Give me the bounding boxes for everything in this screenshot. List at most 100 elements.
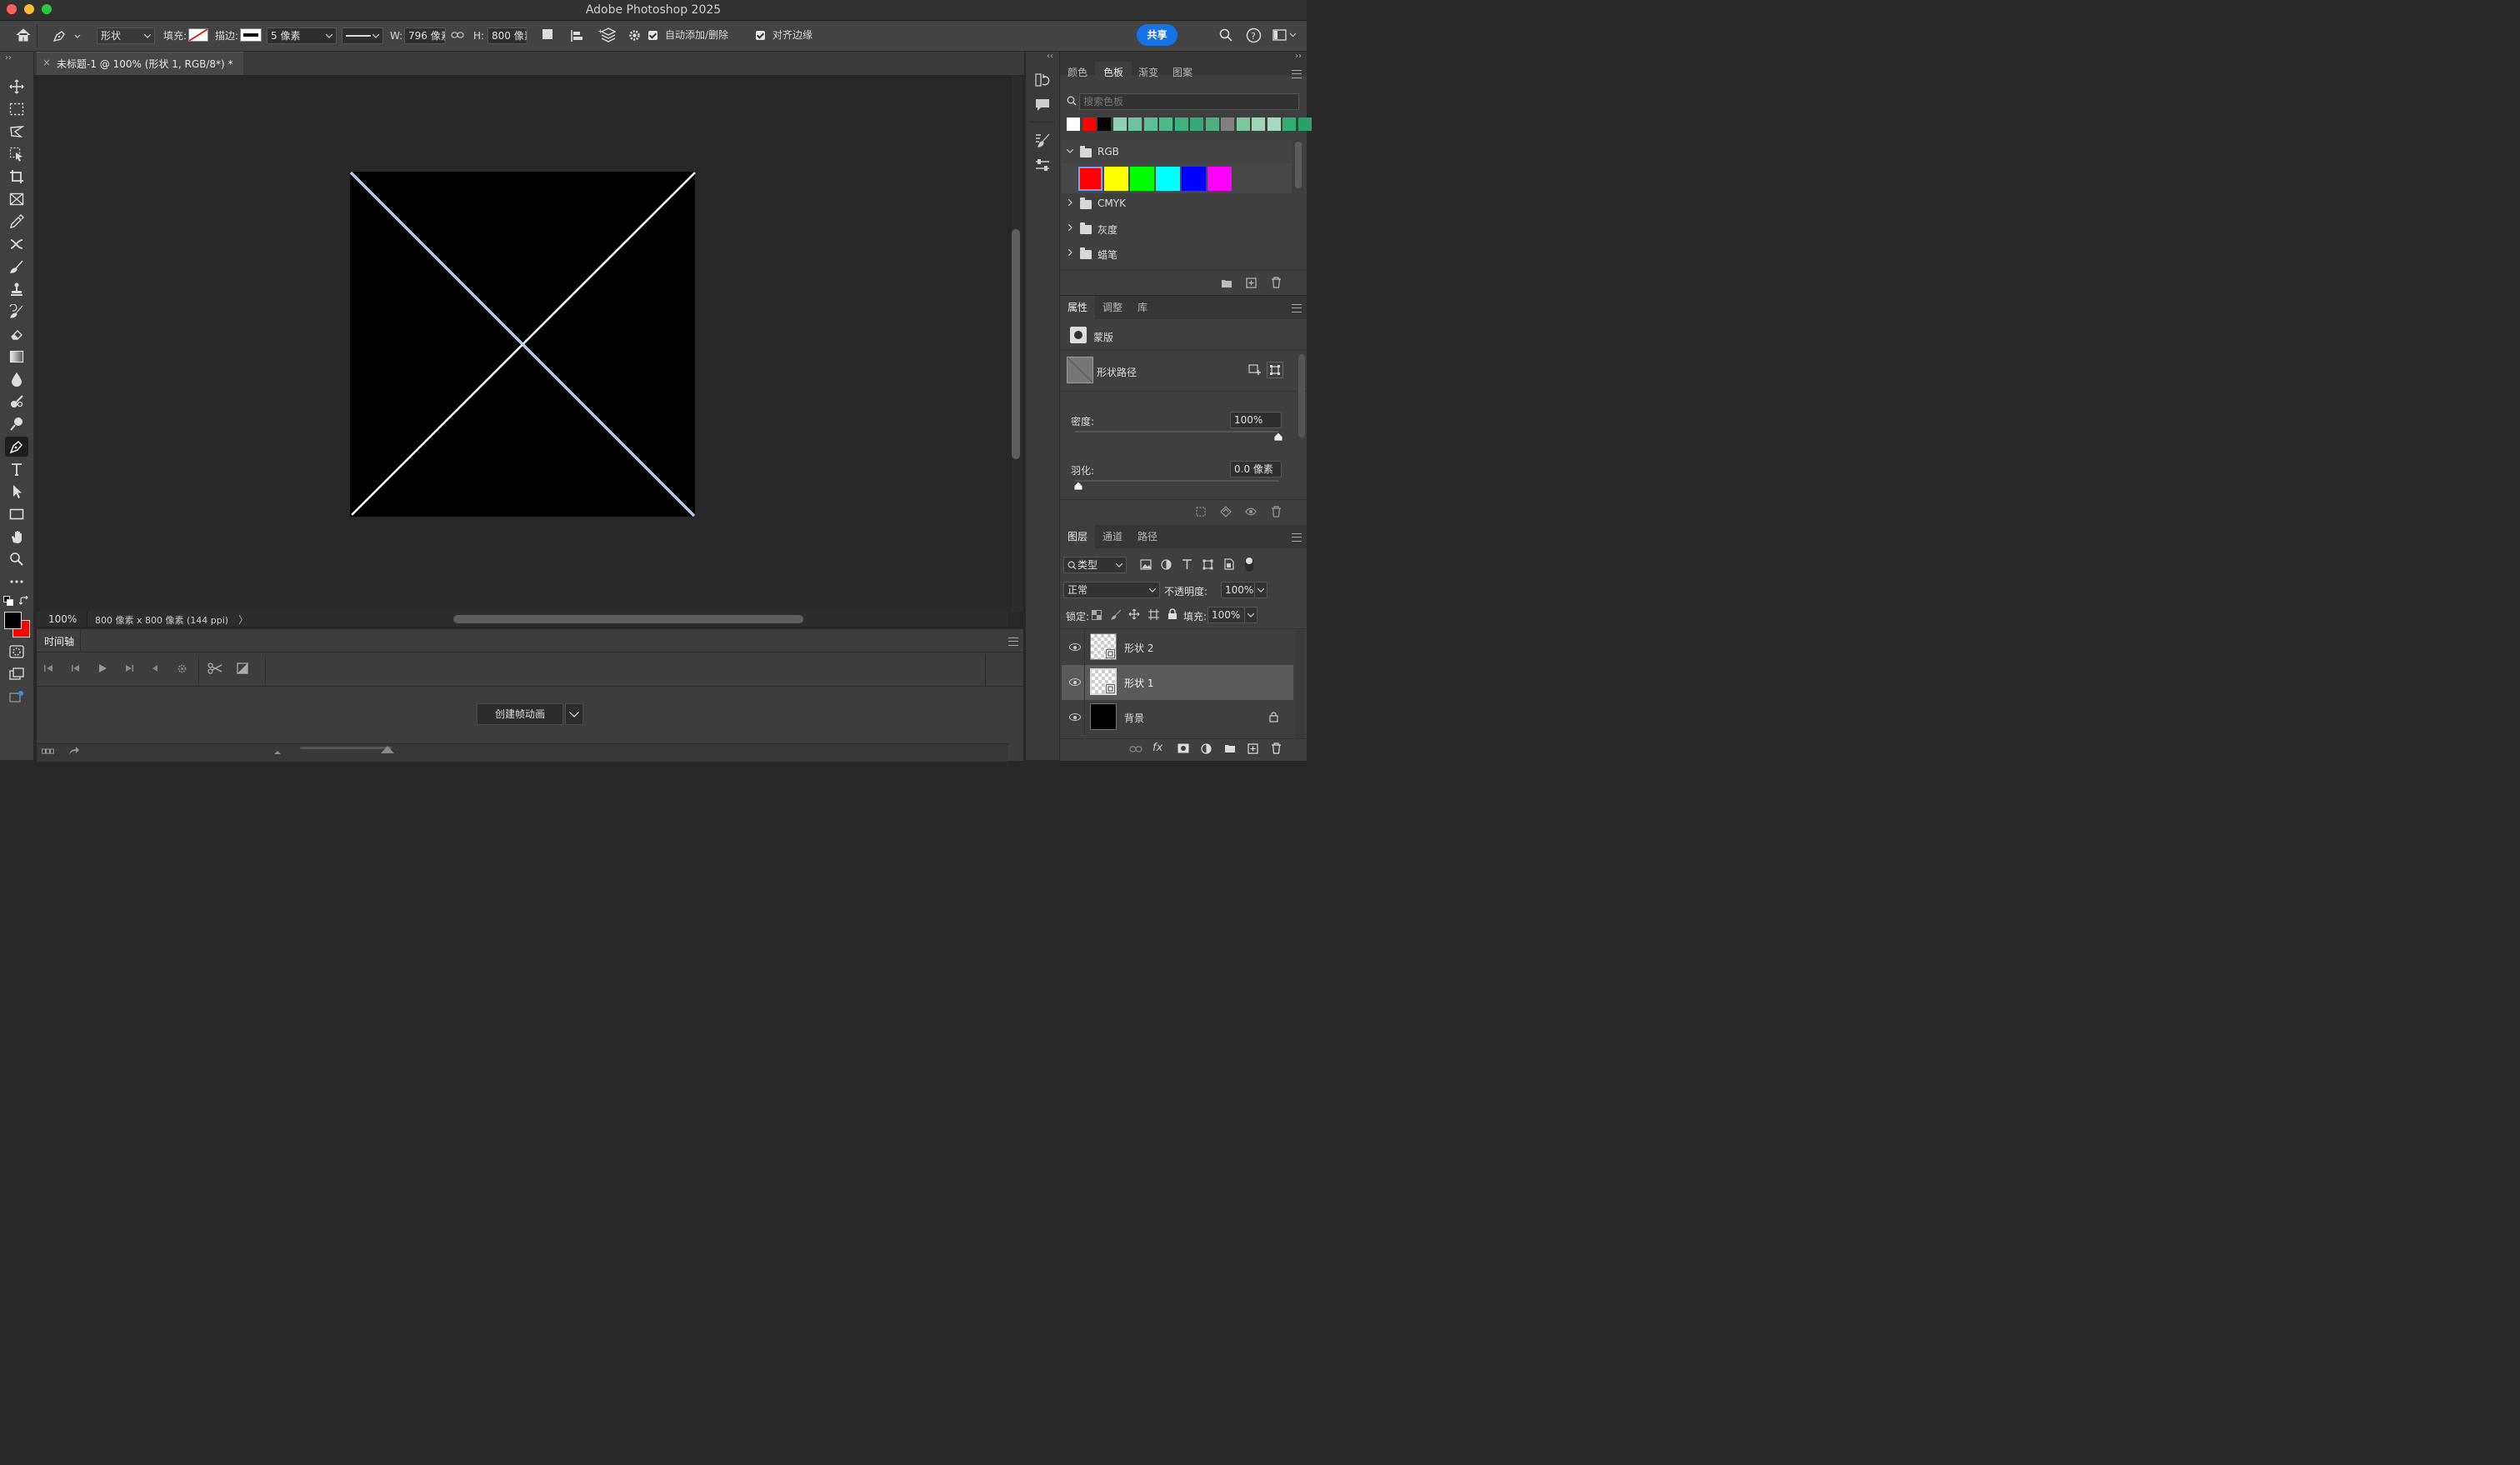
settings-gear-icon[interactable] — [177, 663, 188, 674]
share-for-review-icon[interactable] — [5, 687, 28, 707]
width-field[interactable]: 796 像素 — [404, 28, 446, 44]
swatch[interactable] — [1128, 118, 1142, 131]
crop-tool-icon[interactable] — [5, 167, 28, 187]
fill-swatch[interactable] — [188, 28, 208, 42]
zoom-tool-icon[interactable] — [5, 549, 28, 569]
collapse-icon[interactable]: ›› — [5, 53, 12, 62]
tab-properties[interactable]: 属性 — [1060, 296, 1095, 319]
history-brush-tool-icon[interactable] — [5, 302, 28, 322]
workspace-icon[interactable] — [1272, 29, 1298, 41]
swatch[interactable] — [1298, 118, 1312, 131]
eyedropper-tool-icon[interactable] — [5, 212, 28, 232]
layer-filter-select[interactable]: 类型 — [1063, 557, 1127, 573]
chevron-right-icon[interactable]: 〉 — [238, 612, 248, 627]
visibility-eye-icon[interactable] — [1069, 678, 1081, 686]
new-group-icon[interactable] — [1221, 278, 1232, 288]
visibility-eye-icon[interactable] — [1245, 508, 1257, 516]
swatches-scrollbar[interactable] — [1295, 142, 1302, 188]
next-frame-icon[interactable] — [123, 664, 135, 672]
eraser-tool-icon[interactable] — [5, 324, 28, 344]
history-icon[interactable] — [1034, 72, 1051, 88]
new-group-icon[interactable] — [1224, 743, 1236, 753]
swatch-group-rgb[interactable]: RGB — [1062, 140, 1292, 163]
rgb-swatch[interactable] — [1156, 167, 1180, 191]
swatch[interactable] — [1221, 118, 1234, 131]
swatch[interactable] — [1205, 118, 1219, 131]
type-tool-icon[interactable] — [5, 459, 28, 479]
panel-menu-icon[interactable] — [1008, 638, 1018, 646]
animation-type-dropdown[interactable] — [565, 703, 583, 725]
swatch[interactable] — [1143, 118, 1158, 131]
zoom-out-timeline-icon[interactable] — [273, 748, 282, 755]
align-edges-checkbox[interactable] — [756, 31, 765, 40]
path-selection-tool-icon[interactable] — [5, 482, 28, 502]
trash-icon[interactable] — [1271, 277, 1282, 288]
scissors-icon[interactable] — [208, 662, 222, 674]
collapse-panel-icon[interactable]: ›› — [1295, 52, 1302, 61]
panel-menu-icon[interactable] — [1292, 70, 1302, 78]
quick-mask-icon[interactable] — [5, 642, 28, 662]
dodge-tool-icon[interactable] — [5, 392, 28, 412]
marquee-tool-icon[interactable] — [5, 99, 28, 119]
tab-color[interactable]: 颜色 — [1060, 62, 1095, 83]
density-slider-thumb[interactable] — [1273, 432, 1283, 442]
home-icon[interactable] — [15, 28, 32, 42]
rgb-swatch[interactable] — [1182, 167, 1206, 191]
feather-slider-thumb[interactable] — [1073, 482, 1083, 491]
feather-field[interactable]: 0.0 像素 — [1230, 461, 1282, 478]
swatch-group-pastel[interactable]: 蜡笔 — [1062, 242, 1292, 265]
pen-tool-preset-icon[interactable] — [52, 28, 82, 43]
pixel-layer-filter-icon[interactable] — [1140, 559, 1152, 570]
path-operations-icon[interactable] — [542, 29, 554, 41]
swatch[interactable] — [1067, 118, 1080, 131]
new-layer-icon[interactable] — [1248, 743, 1258, 754]
layer-row-selected[interactable]: 形状 1 — [1062, 665, 1293, 700]
clone-stamp-tool-icon[interactable] — [5, 279, 28, 299]
help-icon[interactable]: ? — [1246, 28, 1262, 43]
new-swatch-icon[interactable] — [1246, 278, 1257, 288]
swatch[interactable] — [1174, 118, 1188, 131]
tool-mode-select[interactable]: 形状 — [97, 28, 155, 44]
visibility-eye-icon[interactable] — [1069, 643, 1081, 651]
stroke-type-select[interactable] — [342, 28, 383, 44]
trash-icon[interactable] — [1271, 506, 1282, 518]
timeline-zoom-slider[interactable] — [300, 747, 392, 749]
height-field[interactable]: 800 像素 — [488, 28, 528, 44]
transition-icon[interactable] — [237, 662, 248, 674]
object-selection-tool-icon[interactable] — [5, 144, 28, 164]
first-frame-icon[interactable] — [43, 664, 55, 672]
previous-frame-icon[interactable] — [70, 664, 82, 672]
vertical-scrollbar[interactable] — [1012, 229, 1020, 459]
brush-settings-icon[interactable] — [1034, 132, 1051, 148]
type-layer-filter-icon[interactable] — [1182, 558, 1192, 570]
comments-icon[interactable] — [1034, 97, 1051, 113]
zoom-in-timeline-icon[interactable] — [380, 745, 395, 753]
more-tools-icon[interactable] — [5, 572, 28, 592]
rgb-swatch[interactable] — [1130, 167, 1154, 191]
brush-tool-icon[interactable] — [5, 257, 28, 277]
expand-panels-icon[interactable]: ‹‹ — [1047, 52, 1053, 61]
link-layers-icon[interactable] — [1129, 745, 1142, 753]
rgb-swatch[interactable] — [1208, 167, 1232, 191]
properties-scrollbar[interactable] — [1298, 354, 1305, 438]
filter-toggle[interactable] — [1245, 557, 1253, 572]
shape-layer-filter-icon[interactable] — [1202, 559, 1213, 570]
panel-menu-icon[interactable] — [1292, 533, 1302, 542]
swatch[interactable] — [1098, 118, 1111, 131]
path-arrangement-icon[interactable]: + — [598, 27, 616, 43]
tab-paths[interactable]: 路径 — [1130, 525, 1165, 548]
density-field[interactable]: 100% — [1230, 412, 1282, 428]
tab-patterns[interactable]: 图案 — [1165, 62, 1200, 83]
gear-icon[interactable] — [628, 28, 642, 42]
swap-colors-icon[interactable] — [19, 596, 29, 606]
opacity-dropdown[interactable] — [1254, 582, 1268, 598]
foreground-color-swatch[interactable] — [4, 612, 22, 629]
vector-mask-icon[interactable] — [1267, 362, 1283, 378]
swatch[interactable] — [1282, 118, 1296, 131]
fill-field[interactable]: 100% — [1208, 607, 1244, 623]
dodge-burn-tool-icon[interactable] — [5, 414, 28, 434]
lasso-tool-icon[interactable] — [5, 122, 28, 142]
add-mask-icon[interactable] — [1178, 743, 1189, 753]
swatch[interactable] — [1159, 118, 1172, 131]
swatch-group-grayscale[interactable]: 灰度 — [1062, 217, 1292, 240]
